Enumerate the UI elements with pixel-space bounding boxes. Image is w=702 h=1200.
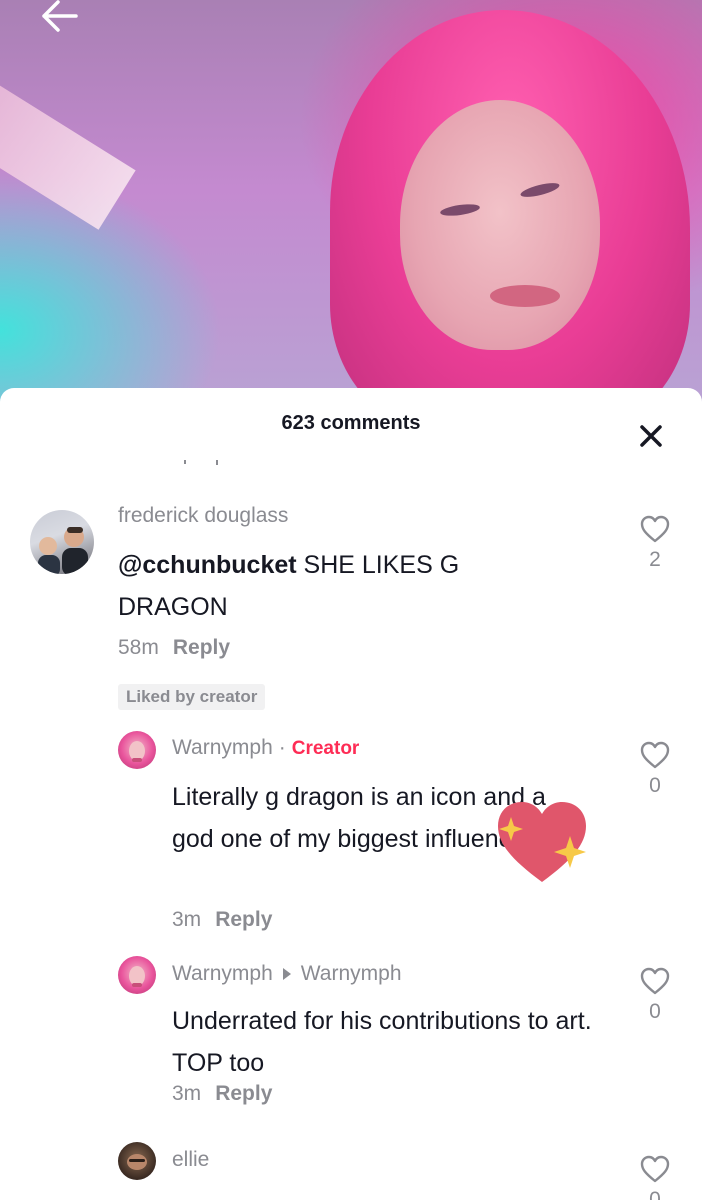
arrow-left-icon: [42, 0, 78, 32]
mention-link[interactable]: @cchunbucket: [118, 551, 297, 579]
reply-button[interactable]: Reply: [215, 1082, 272, 1105]
avatar[interactable]: [118, 1142, 156, 1180]
comment-meta: 58m Reply: [118, 636, 230, 660]
like-count: 0: [649, 774, 661, 797]
reply-author[interactable]: ellie: [172, 1148, 209, 1172]
creator-tag: Creator: [291, 738, 360, 759]
like-column: 2: [635, 514, 675, 572]
reply-item: Warnymph · Creator Literally g dragon is a…: [0, 728, 702, 948]
reply-time: 3m: [172, 908, 202, 931]
heart-outline-icon[interactable]: [639, 740, 671, 770]
heart-outline-icon[interactable]: [639, 514, 671, 544]
reply-item: Warnymph Warnymph Underrated for his cont…: [0, 954, 702, 1134]
reply-button[interactable]: Reply: [215, 908, 272, 931]
avatar[interactable]: [118, 731, 156, 769]
like-count: 0: [649, 1000, 661, 1023]
person-face: [400, 100, 600, 350]
close-button[interactable]: [638, 423, 664, 449]
avatar-photo: [129, 966, 145, 987]
comments-sheet: 623 comments frederick douglass @cchunbu…: [0, 388, 702, 1200]
sparkling-heart-emoji: [498, 802, 586, 882]
video-background: [0, 0, 702, 420]
heart-outline-icon[interactable]: [639, 1154, 671, 1184]
avatar[interactable]: [30, 510, 94, 574]
reply-to-user[interactable]: Warnymph: [301, 962, 402, 985]
avatar-photo: [129, 741, 145, 762]
reply-author[interactable]: Warnymph: [172, 736, 273, 759]
reply-time: 3m: [172, 1082, 202, 1105]
comment-item: frederick douglass @cchunbucket SHE LIKE…: [0, 500, 702, 715]
comment-count: 623 comments: [281, 412, 421, 434]
truncated-text-fragment: [184, 460, 218, 465]
liked-by-creator-badge: Liked by creator: [118, 684, 266, 710]
reply-to-arrow-icon: [282, 968, 291, 981]
separator-dot: ·: [278, 736, 286, 759]
avatar-photo: [38, 527, 88, 574]
close-icon: [640, 425, 662, 447]
reply-meta: 3m Reply: [172, 908, 272, 932]
comment-text: @cchunbucket SHE LIKES G DRAGON: [118, 544, 538, 628]
like-count: 0: [649, 1188, 661, 1200]
reply-author[interactable]: Warnymph: [172, 962, 273, 985]
like-column: 0: [635, 740, 675, 798]
reply-author-line: Warnymph Warnymph: [172, 962, 402, 986]
comment-time: 58m: [118, 636, 159, 659]
avatar-photo: [127, 1154, 147, 1170]
like-column: 0: [635, 1154, 675, 1200]
wall-light: [0, 80, 136, 230]
avatar[interactable]: [118, 956, 156, 994]
like-column: 0: [635, 966, 675, 1024]
comment-author[interactable]: frederick douglass: [118, 504, 288, 528]
back-button[interactable]: [36, 0, 84, 36]
reply-meta: 3m Reply: [172, 1082, 272, 1106]
reply-author-line: Warnymph · Creator: [172, 736, 359, 760]
reply-item: ellie 0: [0, 1140, 702, 1200]
heart-outline-icon[interactable]: [639, 966, 671, 996]
reply-button[interactable]: Reply: [173, 636, 230, 659]
reply-text: Underrated for his contributions to art.…: [172, 1007, 592, 1077]
person-lips: [490, 285, 560, 307]
like-count: 2: [649, 548, 661, 571]
